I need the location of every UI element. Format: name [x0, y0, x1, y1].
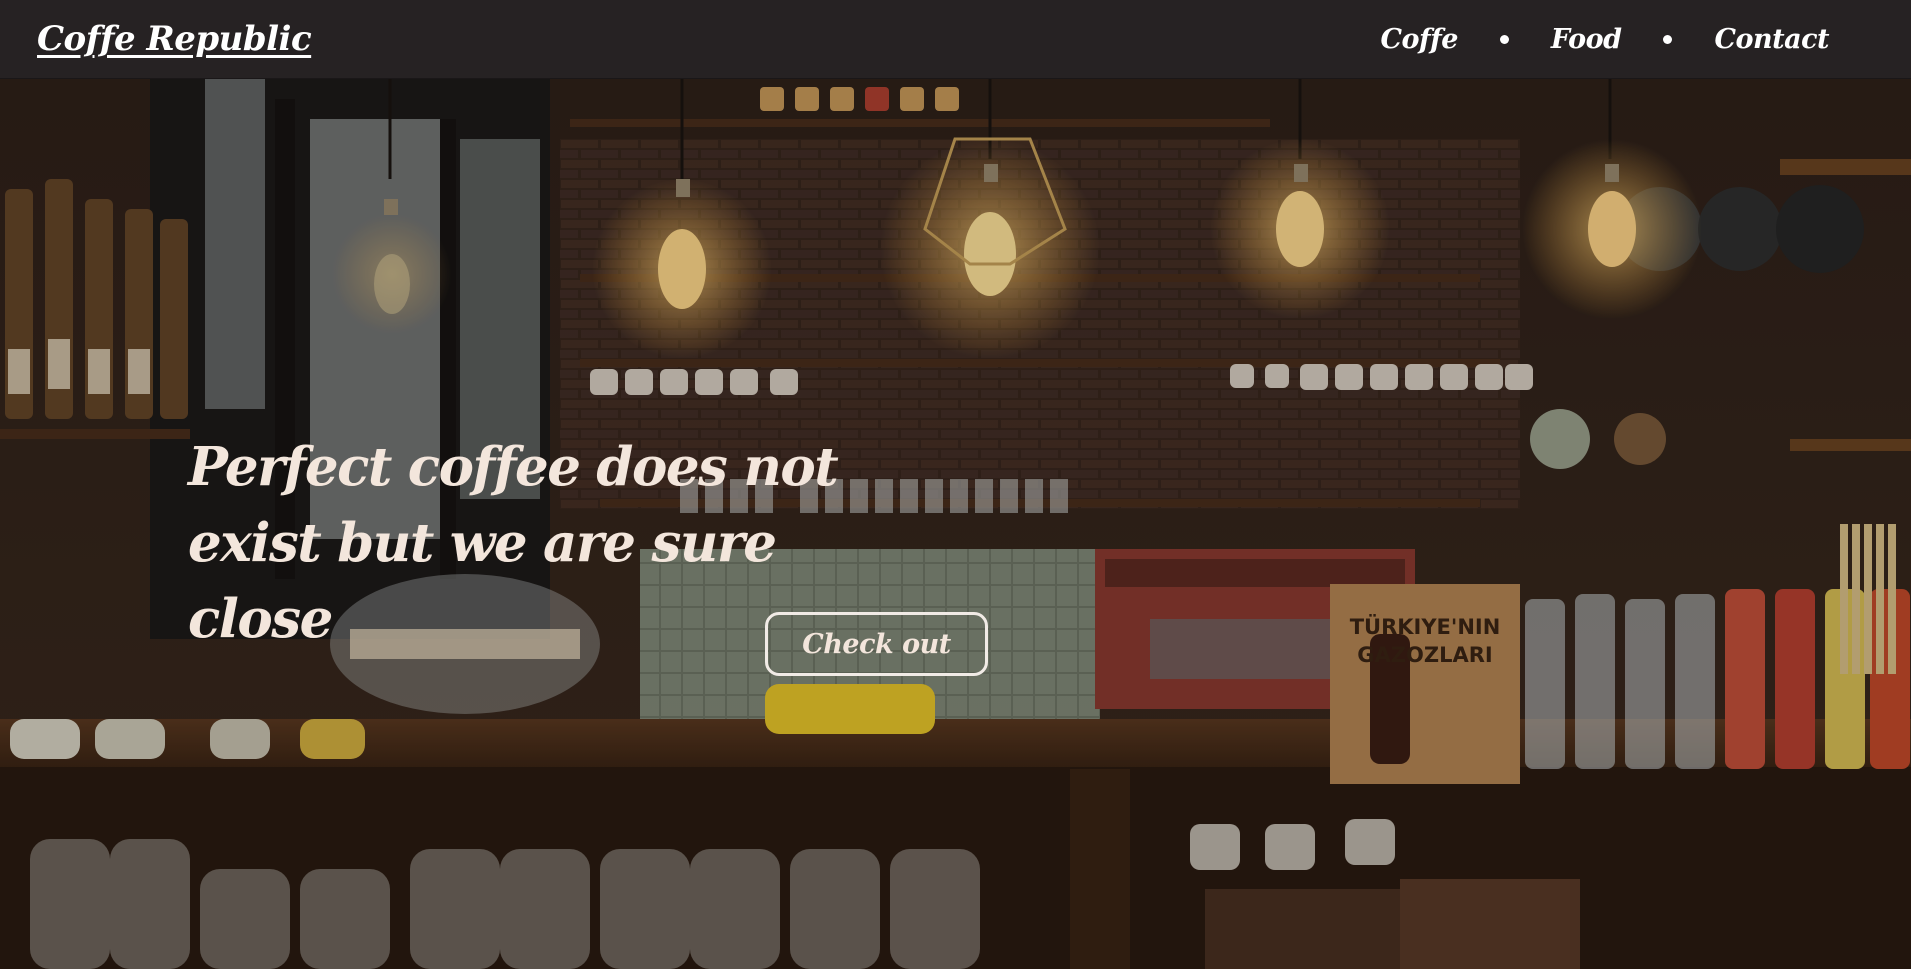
hero-headline-line2: exist but we are sure close	[188, 512, 777, 650]
hero-headline: Perfect coffee does not exist but we are…	[188, 429, 848, 657]
top-navbar: Coffe Republic Coffe Food Contact	[0, 0, 1911, 79]
check-out-button[interactable]: Check out	[765, 612, 988, 676]
brand-logo-link[interactable]: Coffe Republic	[37, 19, 312, 59]
nav-link-coffe[interactable]: Coffe	[1380, 24, 1458, 55]
nav-link-food[interactable]: Food	[1551, 24, 1622, 55]
nav-link-contact[interactable]: Contact	[1714, 24, 1829, 55]
hero-headline-line1: Perfect coffee does not	[188, 436, 839, 498]
nav-separator-dot	[1663, 34, 1673, 44]
main-nav: Coffe Food Contact	[1380, 24, 1829, 55]
hero-section: TÜRKIYE'NIN GAZOZLARI Perfect coffee doe…	[0, 79, 1911, 969]
nav-separator-dot	[1499, 34, 1509, 44]
